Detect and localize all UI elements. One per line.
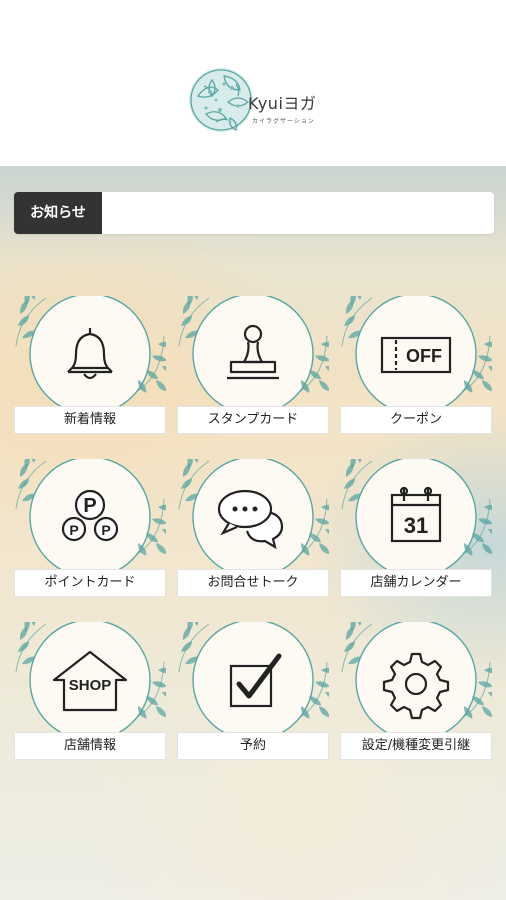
gear-icon	[376, 640, 456, 720]
bell-icon	[50, 314, 130, 394]
brand-name: Kyuiヨガ	[248, 94, 317, 113]
menu-label: 店舗情報	[14, 732, 166, 760]
news-label: お知らせ	[14, 192, 102, 234]
menu-tile-shop-calendar[interactable]: 31 店舗カレンダー	[340, 459, 492, 604]
brand-tagline: カイラグサーション	[252, 118, 315, 125]
svg-text:31: 31	[404, 513, 428, 538]
svg-text:P: P	[83, 495, 96, 517]
main-content: お知らせ 新着情報 スタンプカード OFF クーポン P P P ポイントカード…	[0, 166, 506, 900]
checkbox-icon	[213, 640, 293, 720]
menu-tile-news[interactable]: 新着情報	[14, 296, 166, 441]
menu-tile-point-card[interactable]: P P P ポイントカード	[14, 459, 166, 604]
menu-tile-shop-info[interactable]: SHOP 店舗情報	[14, 622, 166, 767]
news-ticker[interactable]: お知らせ	[14, 192, 494, 234]
menu-tile-settings[interactable]: 設定/機種変更引継	[340, 622, 492, 767]
menu-tile-stamp-card[interactable]: スタンプカード	[177, 296, 329, 441]
news-section: お知らせ	[0, 166, 506, 260]
svg-text:P: P	[101, 522, 110, 538]
menu-label: スタンプカード	[177, 406, 329, 434]
calendar-icon: 31	[376, 477, 456, 557]
menu-tile-coupon[interactable]: OFF クーポン	[340, 296, 492, 441]
menu-tile-reservation[interactable]: 予約	[177, 622, 329, 767]
coupon-icon: OFF	[376, 314, 456, 394]
app-header: Kyuiヨガ カイラグサーション	[0, 0, 506, 166]
menu-label: 予約	[177, 732, 329, 760]
menu-label: 設定/機種変更引継	[340, 732, 492, 760]
shop-icon: SHOP	[50, 640, 130, 720]
menu-label: 新着情報	[14, 406, 166, 434]
menu-label: クーポン	[340, 406, 492, 434]
svg-text:SHOP: SHOP	[69, 677, 112, 694]
brand-logo: Kyuiヨガ カイラグサーション	[186, 56, 336, 146]
menu-label: 店舗カレンダー	[340, 569, 492, 597]
svg-text:P: P	[69, 522, 78, 538]
points-icon: P P P	[50, 477, 130, 557]
chat-icon	[213, 477, 293, 557]
menu-label: ポイントカード	[14, 569, 166, 597]
svg-text:OFF: OFF	[406, 346, 442, 366]
floral-logo-icon	[189, 68, 253, 132]
menu-label: お問合せトーク	[177, 569, 329, 597]
stamp-icon	[213, 314, 293, 394]
menu-tile-inquiry-talk[interactable]: お問合せトーク	[177, 459, 329, 604]
